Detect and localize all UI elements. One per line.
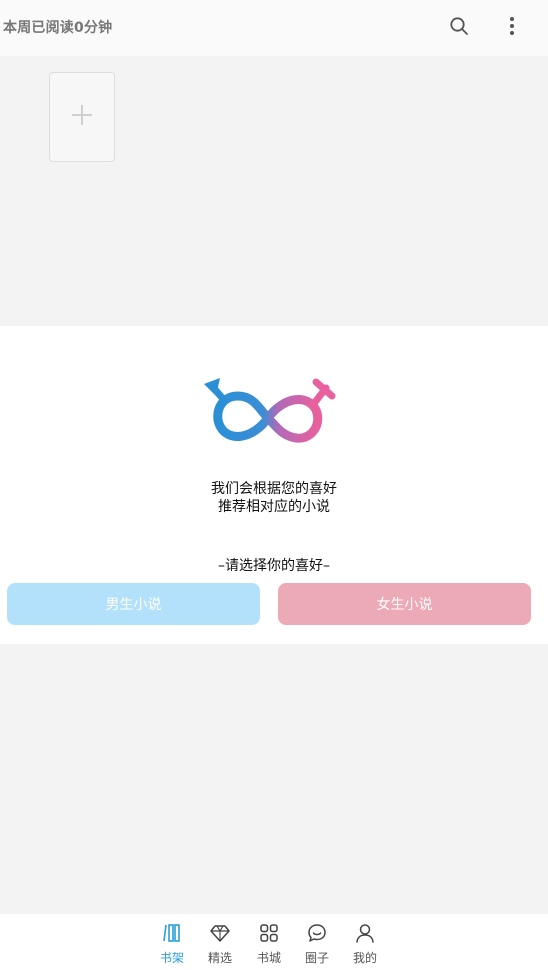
- search-button[interactable]: [443, 12, 475, 44]
- diamond-icon: [209, 922, 231, 944]
- chat-bubble-icon: [306, 922, 328, 944]
- tab-bookshelf[interactable]: 书架: [152, 922, 192, 968]
- tab-label: 精选: [207, 951, 232, 965]
- tab-label: 我的: [352, 951, 377, 965]
- more-vertical-icon: [509, 16, 515, 40]
- tab-profile[interactable]: 我的: [345, 922, 385, 968]
- search-icon: [449, 16, 469, 40]
- tab-label: 书城: [256, 951, 281, 965]
- plus-icon: [70, 103, 94, 131]
- person-icon: [354, 922, 376, 944]
- preference-card: 我们会根据您的喜好 推荐相对应的小说 –请选择你的喜好– 男生小说 女生小说: [0, 326, 548, 644]
- tab-label: 圈子: [304, 951, 329, 965]
- weekly-reading-time: 本周已阅读0分钟: [3, 20, 113, 36]
- top-bar: 本周已阅读0分钟: [0, 0, 548, 56]
- tab-community[interactable]: 圈子: [297, 922, 337, 968]
- tab-featured[interactable]: 精选: [200, 922, 240, 968]
- bookshelf-icon: [161, 922, 183, 944]
- bottom-tab-bar: 书架 精选 书城 圈子 我的: [0, 914, 548, 970]
- more-options-button[interactable]: [496, 12, 528, 44]
- female-novels-button[interactable]: 女生小说: [278, 583, 531, 625]
- preference-prompt: –请选择你的喜好–: [218, 558, 330, 574]
- tab-bookstore[interactable]: 书城: [249, 922, 289, 968]
- gender-symbols-icon: [200, 376, 336, 448]
- preference-message-line2: 推荐相对应的小说: [218, 499, 330, 515]
- tab-label: 书架: [159, 951, 184, 965]
- bookshelf-area: [0, 56, 548, 326]
- male-novels-button[interactable]: 男生小说: [7, 583, 260, 625]
- add-book-button[interactable]: [49, 72, 115, 162]
- grid-icon: [258, 922, 280, 944]
- preference-message-line1: 我们会根据您的喜好: [211, 481, 337, 497]
